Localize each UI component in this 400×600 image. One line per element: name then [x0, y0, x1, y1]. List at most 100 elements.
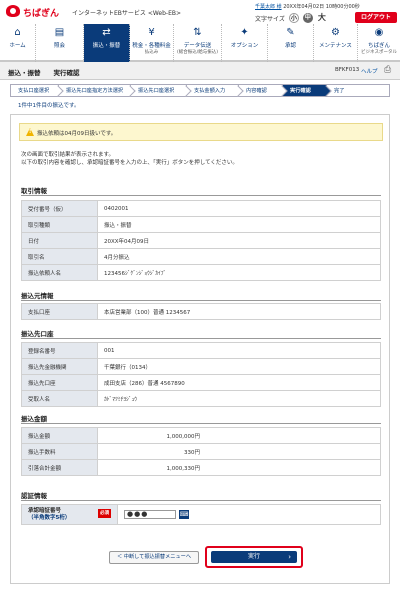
row-value: ●●● ⌨: [117, 504, 381, 525]
nav-data-transfer[interactable]: ⇅ データ伝送 (総合振込/給与振込): [174, 24, 222, 62]
alert-text: 振込依頼は04月09日扱いです。: [37, 131, 117, 137]
screen-id: BFKF013: [335, 67, 360, 73]
amount-table: 振込金額 1,000,000円 振込手数料 330円 引落合計金額 1,000,…: [21, 427, 381, 476]
row-label: 振込依頼人名: [21, 264, 98, 281]
chevron-right-icon: ›: [288, 553, 291, 561]
section-divider: [21, 195, 381, 196]
table-row: 振込先金融機関 千葉銀行（0134）: [21, 358, 381, 375]
row-value: ｶﾄﾞﾏﾂﾐﾁﾖｼﾞｭｳ: [97, 390, 381, 407]
header: ちばぎん インターネットEBサービス <Web-EB> 千葉太郎 様 20XX年…: [0, 0, 400, 62]
step-indicator: 支払口座選択 振込先口座指定方法選択 振込先口座選択 支払金額入力 内容確認 実…: [10, 84, 390, 97]
auth-table: 必須 承認暗証番号 （半角数字5桁） ●●● ⌨: [21, 504, 381, 525]
logout-button[interactable]: ログアウト: [355, 12, 397, 23]
row-label: 振込金額: [21, 427, 98, 444]
table-row: 振込先口座 成田支店（286）普通 4567890: [21, 374, 381, 391]
row-label: 取引名: [21, 248, 98, 265]
row-label: 登録名番号: [21, 342, 98, 359]
row-value: 1,000,330円: [97, 459, 381, 476]
auth-label-hint: （半角数字5桁）: [28, 514, 71, 521]
row-label: 受取人名: [21, 390, 98, 407]
transfer-count-status: 1件中1件目の振込です。: [18, 103, 80, 109]
execute-highlight: 実行 ›: [205, 546, 303, 568]
auth-label: 承認暗証番号: [28, 507, 62, 514]
section-title-auth: 認証情報: [21, 492, 47, 500]
data-transfer-icon: ⇅: [193, 27, 202, 38]
alert-banner: 振込依頼は04月09日扱いです。: [19, 123, 383, 141]
nav-sublabel: (総合振込/給与振込): [176, 50, 219, 55]
logo-text: ちばぎん: [23, 9, 60, 19]
last-login: 20XX年04月02日 10時00分00秒: [283, 4, 360, 10]
row-value: 0402001: [97, 200, 381, 217]
nav-label: メンテナンス: [319, 43, 352, 49]
instruction-line: 以下の取引内容を確認し、承認暗証番号を入力の上、「実行」ボタンを押してください。: [21, 160, 238, 166]
title-bar: 振込・振替 実行確認 BFKF013 ヘルプ ⎙: [0, 62, 400, 80]
section-title-destination: 振込先口座: [21, 330, 54, 338]
nav-tax-payment[interactable]: ¥ 税金・各種料金 払込み: [130, 24, 174, 62]
source-table: 支払口座 本店営業部（100）普通 1234567: [21, 303, 381, 320]
execute-button[interactable]: 実行 ›: [211, 551, 297, 563]
nav-label: オプション: [230, 43, 259, 49]
nav-label: 振込・振替: [92, 43, 121, 49]
table-row: 必須 承認暗証番号 （半角数字5桁） ●●● ⌨: [21, 504, 381, 525]
table-row: 登録名番号 001: [21, 342, 381, 359]
table-row: 受取人名 ｶﾄﾞﾏﾂﾐﾁﾖｼﾞｭｳ: [21, 390, 381, 407]
main-panel: 振込依頼は04月09日扱いです。 次の画面で取引結果が表示されます。 以下の取引…: [10, 114, 390, 584]
step-item: 支払金額入力: [186, 84, 238, 97]
row-label: 受付番号（仮）: [21, 200, 98, 217]
nav-option[interactable]: ✦ オプション: [222, 24, 268, 62]
section-divider: [21, 338, 381, 339]
transfer-icon: ⇄: [102, 27, 111, 38]
nav-transfer[interactable]: ⇄ 振込・振替: [84, 24, 130, 62]
nav-maintenance[interactable]: ⚙ メンテナンス: [314, 24, 358, 62]
nav-label: ホーム: [9, 43, 26, 49]
nav-inquiry[interactable]: ▤ 照会: [36, 24, 84, 62]
section-title-transaction: 取引情報: [21, 187, 47, 195]
nav-sublabel: 払込み: [144, 50, 159, 55]
step-item-current: 実行確認: [282, 84, 326, 97]
warning-icon: [26, 128, 34, 136]
step-item: 振込先口座選択: [130, 84, 186, 97]
software-keyboard-icon[interactable]: ⌨: [179, 510, 189, 519]
step-item: 完了: [326, 84, 390, 97]
nav-portal[interactable]: ◉ ちばぎん ビジネスポータル: [358, 24, 400, 62]
step-item: 支払口座選択: [10, 84, 58, 97]
section-divider: [21, 300, 381, 301]
font-size-selector: 文字サイズ 小 中 大: [255, 13, 327, 23]
maintenance-icon: ⚙: [331, 27, 340, 38]
table-row: 振込手数料 330円: [21, 443, 381, 460]
nav-label: 承認: [284, 43, 296, 49]
row-value: 本店営業部（100）普通 1234567: [97, 303, 381, 320]
destination-table: 登録名番号 001 振込先金融機関 千葉銀行（0134） 振込先口座 成田支店（…: [21, 342, 381, 407]
help-link[interactable]: ヘルプ: [361, 67, 378, 75]
inquiry-icon: ▤: [54, 27, 65, 38]
execute-label: 実行: [247, 553, 260, 560]
print-icon[interactable]: ⎙: [384, 65, 396, 76]
option-icon: ✦: [240, 27, 249, 38]
nav-approval[interactable]: ✎ 承認: [268, 24, 314, 62]
row-label: 支払口座: [21, 303, 98, 320]
font-size-medium-button[interactable]: 中: [302, 13, 313, 23]
nav-home[interactable]: ⌂ ホーム: [0, 24, 36, 62]
abort-to-menu-button[interactable]: ＜ 中断して振込振替メニューへ: [109, 551, 199, 564]
chibagin-logo-icon: [6, 5, 20, 17]
table-row: 受付番号（仮） 0402001: [21, 200, 381, 217]
user-name[interactable]: 千葉太郎 様: [255, 4, 282, 10]
table-row: 日付 20XX年04月09日: [21, 232, 381, 249]
home-icon: ⌂: [14, 27, 21, 38]
instruction-line: 次の画面で取引結果が表示されます。: [21, 152, 114, 158]
row-value: 20XX年04月09日: [97, 232, 381, 249]
global-nav: ⌂ ホーム ▤ 照会 ⇄ 振込・振替 ¥ 税金・各種料金 払込み ⇅ データ伝送…: [0, 24, 400, 62]
font-size-small-button[interactable]: 小: [288, 13, 299, 23]
table-row: 取引種類 振込・振替: [21, 216, 381, 233]
font-size-large-button[interactable]: 大: [316, 13, 327, 23]
row-value: 001: [97, 342, 381, 359]
user-info: 千葉太郎 様 20XX年04月02日 10時00分00秒: [255, 3, 360, 10]
approval-pin-input[interactable]: ●●●: [124, 510, 176, 519]
row-label: 振込手数料: [21, 443, 98, 460]
row-value: 330円: [97, 443, 381, 460]
step-item: 内容確認: [238, 84, 282, 97]
table-row: 振込金額 1,000,000円: [21, 427, 381, 444]
nav-sublabel: ビジネスポータル: [361, 50, 397, 55]
row-value: 振込・振替: [97, 216, 381, 233]
service-name: インターネットEBサービス <Web-EB>: [72, 10, 182, 17]
